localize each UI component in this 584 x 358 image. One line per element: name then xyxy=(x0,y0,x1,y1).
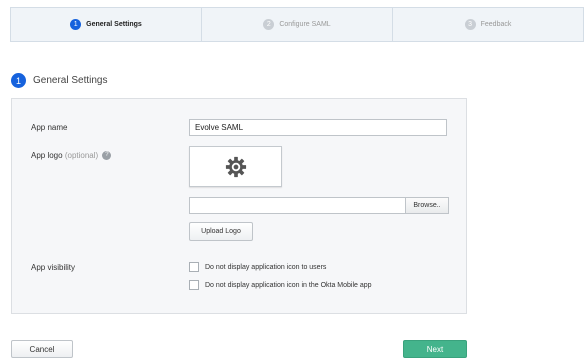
step-number: 3 xyxy=(464,19,476,30)
step-general-settings[interactable]: 1 General Settings xyxy=(11,8,202,41)
hide-icon-mobile-checkbox[interactable] xyxy=(189,280,199,290)
wizard-steps: 1 General Settings 2 Configure SAML 3 Fe… xyxy=(10,7,584,42)
app-name-label: App name xyxy=(31,123,68,132)
step-feedback[interactable]: 3 Feedback xyxy=(393,8,583,41)
cancel-button[interactable]: Cancel xyxy=(11,340,73,358)
step-label: Configure SAML xyxy=(279,21,331,28)
app-logo-label-text: App logo xyxy=(31,151,63,160)
section-title: 1 General Settings xyxy=(11,73,108,88)
checkbox-label: Do not display application icon to users xyxy=(205,263,327,271)
general-settings-panel: App name App logo (optional) ? Browse.. … xyxy=(11,98,467,314)
next-button[interactable]: Next xyxy=(403,340,467,358)
upload-logo-button[interactable]: Upload Logo xyxy=(189,222,253,241)
hide-icon-users-checkbox[interactable] xyxy=(189,262,199,272)
browse-button[interactable]: Browse.. xyxy=(405,197,449,214)
step-number: 1 xyxy=(70,19,82,30)
app-visibility-label: App visibility xyxy=(31,263,76,272)
hide-icon-users-option[interactable]: Do not display application icon to users xyxy=(189,262,326,272)
app-name-input[interactable] xyxy=(189,119,447,136)
step-number: 2 xyxy=(263,19,275,30)
step-configure-saml[interactable]: 2 Configure SAML xyxy=(202,8,393,41)
help-icon[interactable]: ? xyxy=(102,151,112,161)
section-label: General Settings xyxy=(33,75,108,86)
gear-icon xyxy=(225,156,246,177)
optional-hint: (optional) xyxy=(64,151,99,160)
logo-file-path[interactable] xyxy=(189,197,405,214)
app-logo-preview xyxy=(189,146,282,187)
step-label: Feedback xyxy=(480,21,512,28)
app-logo-label: App logo (optional) ? xyxy=(31,151,112,161)
section-number: 1 xyxy=(11,73,26,88)
checkbox-label: Do not display application icon in the O… xyxy=(205,281,372,289)
hide-icon-mobile-option[interactable]: Do not display application icon in the O… xyxy=(189,280,372,290)
step-label: General Settings xyxy=(86,21,142,28)
